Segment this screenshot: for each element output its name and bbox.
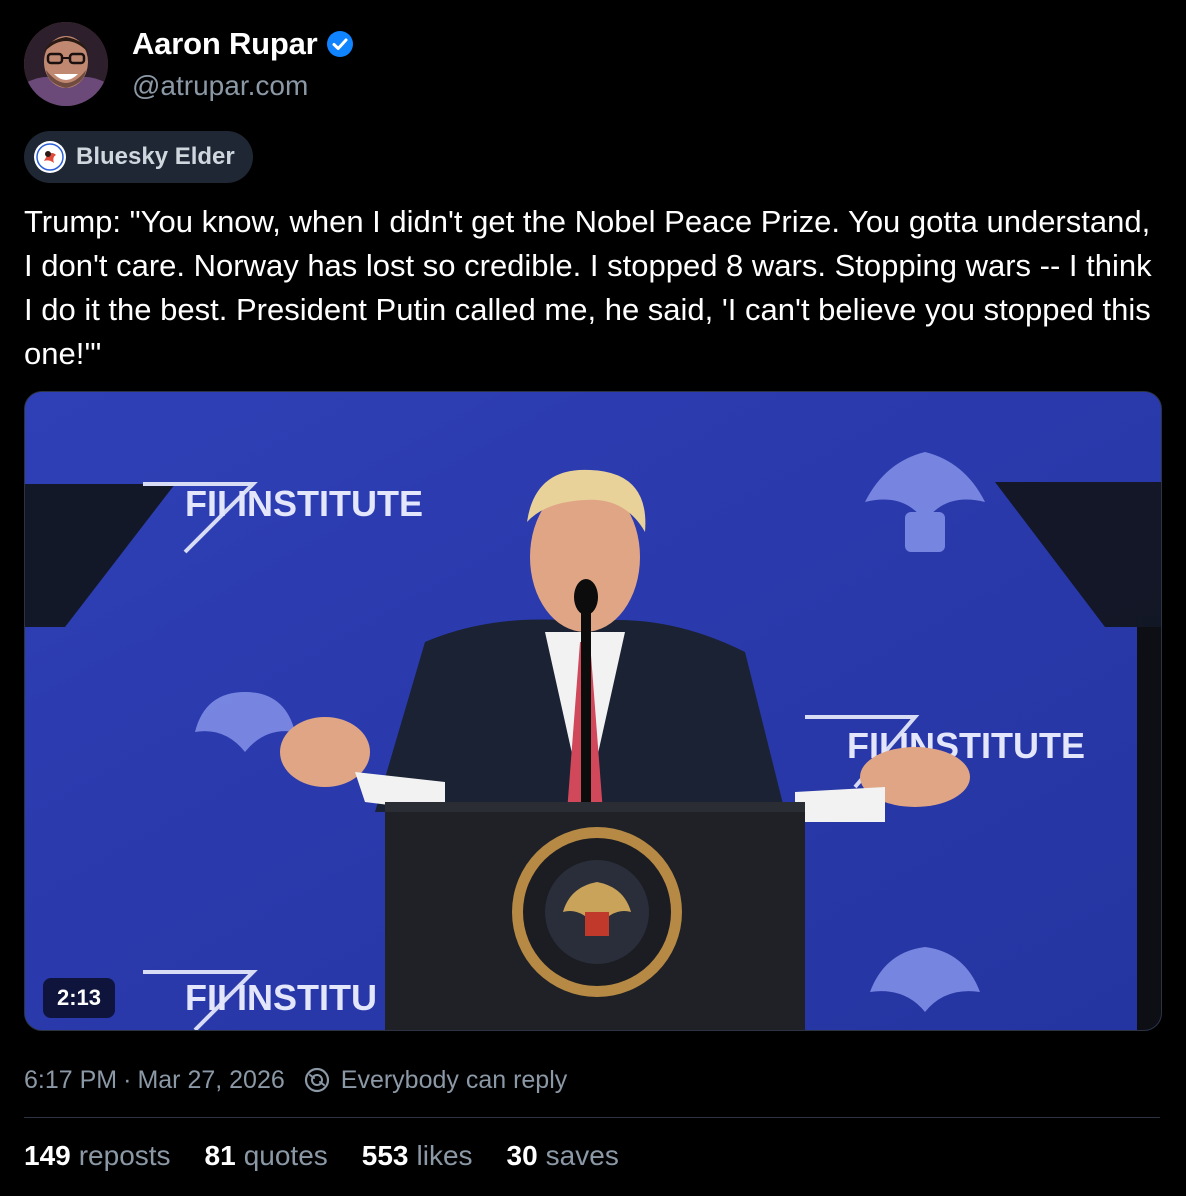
badge-label: Bluesky Elder xyxy=(76,143,235,170)
name-row: Aaron Rupar xyxy=(132,26,354,62)
stat-saves[interactable]: 30 saves xyxy=(507,1140,619,1172)
stat-label: saves xyxy=(545,1140,619,1171)
video-duration: 2:13 xyxy=(43,978,116,1018)
bluesky-elder-badge[interactable]: Bluesky Elder xyxy=(24,131,253,183)
author-handle[interactable]: @atrupar.com xyxy=(132,70,308,102)
stat-count: 553 xyxy=(361,1140,409,1171)
post-header: Aaron Rupar @atrupar.com xyxy=(24,22,1154,108)
stat-label: reposts xyxy=(78,1140,171,1171)
post-time[interactable]: 6:17 PM xyxy=(24,1066,117,1095)
video-player[interactable]: FII INSTITUTE FII INSTITUTE FII INSTITU xyxy=(24,391,1162,1031)
stat-count: 30 xyxy=(506,1140,538,1171)
stat-reposts[interactable]: 149 reposts xyxy=(24,1140,171,1172)
bluesky-elder-icon xyxy=(34,141,66,173)
video-frame: FII INSTITUTE FII INSTITUTE FII INSTITU xyxy=(25,392,1161,1030)
reply-setting-icon xyxy=(303,1066,331,1094)
author-display-name[interactable]: Aaron Rupar xyxy=(132,26,318,62)
stat-label: quotes xyxy=(243,1140,328,1171)
stat-count: 81 xyxy=(204,1140,236,1171)
post-stats: 149 reposts 81 quotes 553 likes 30 saves xyxy=(24,1140,619,1172)
backdrop-logo-text: FII INSTITU xyxy=(185,977,377,1018)
stat-count: 149 xyxy=(24,1140,71,1171)
stat-label: likes xyxy=(416,1140,473,1171)
meta-separator: · xyxy=(123,1065,132,1094)
backdrop-logo-text: FII INSTITUTE xyxy=(185,483,423,524)
post-meta: 6:17 PM · Mar 27, 2026 Everybody can rep… xyxy=(24,1062,567,1098)
presidential-seal-icon xyxy=(512,827,682,997)
author-avatar[interactable] xyxy=(24,22,108,106)
stat-quotes[interactable]: 81 quotes xyxy=(205,1140,328,1172)
stat-likes[interactable]: 553 likes xyxy=(362,1140,473,1172)
post-date[interactable]: Mar 27, 2026 xyxy=(137,1066,284,1095)
avatar-photo-icon xyxy=(24,22,108,106)
verified-check-icon xyxy=(326,30,354,58)
divider xyxy=(24,1117,1160,1118)
reply-setting-label[interactable]: Everybody can reply xyxy=(341,1066,568,1095)
post-text: Trump: "You know, when I didn't get the … xyxy=(24,204,1152,371)
